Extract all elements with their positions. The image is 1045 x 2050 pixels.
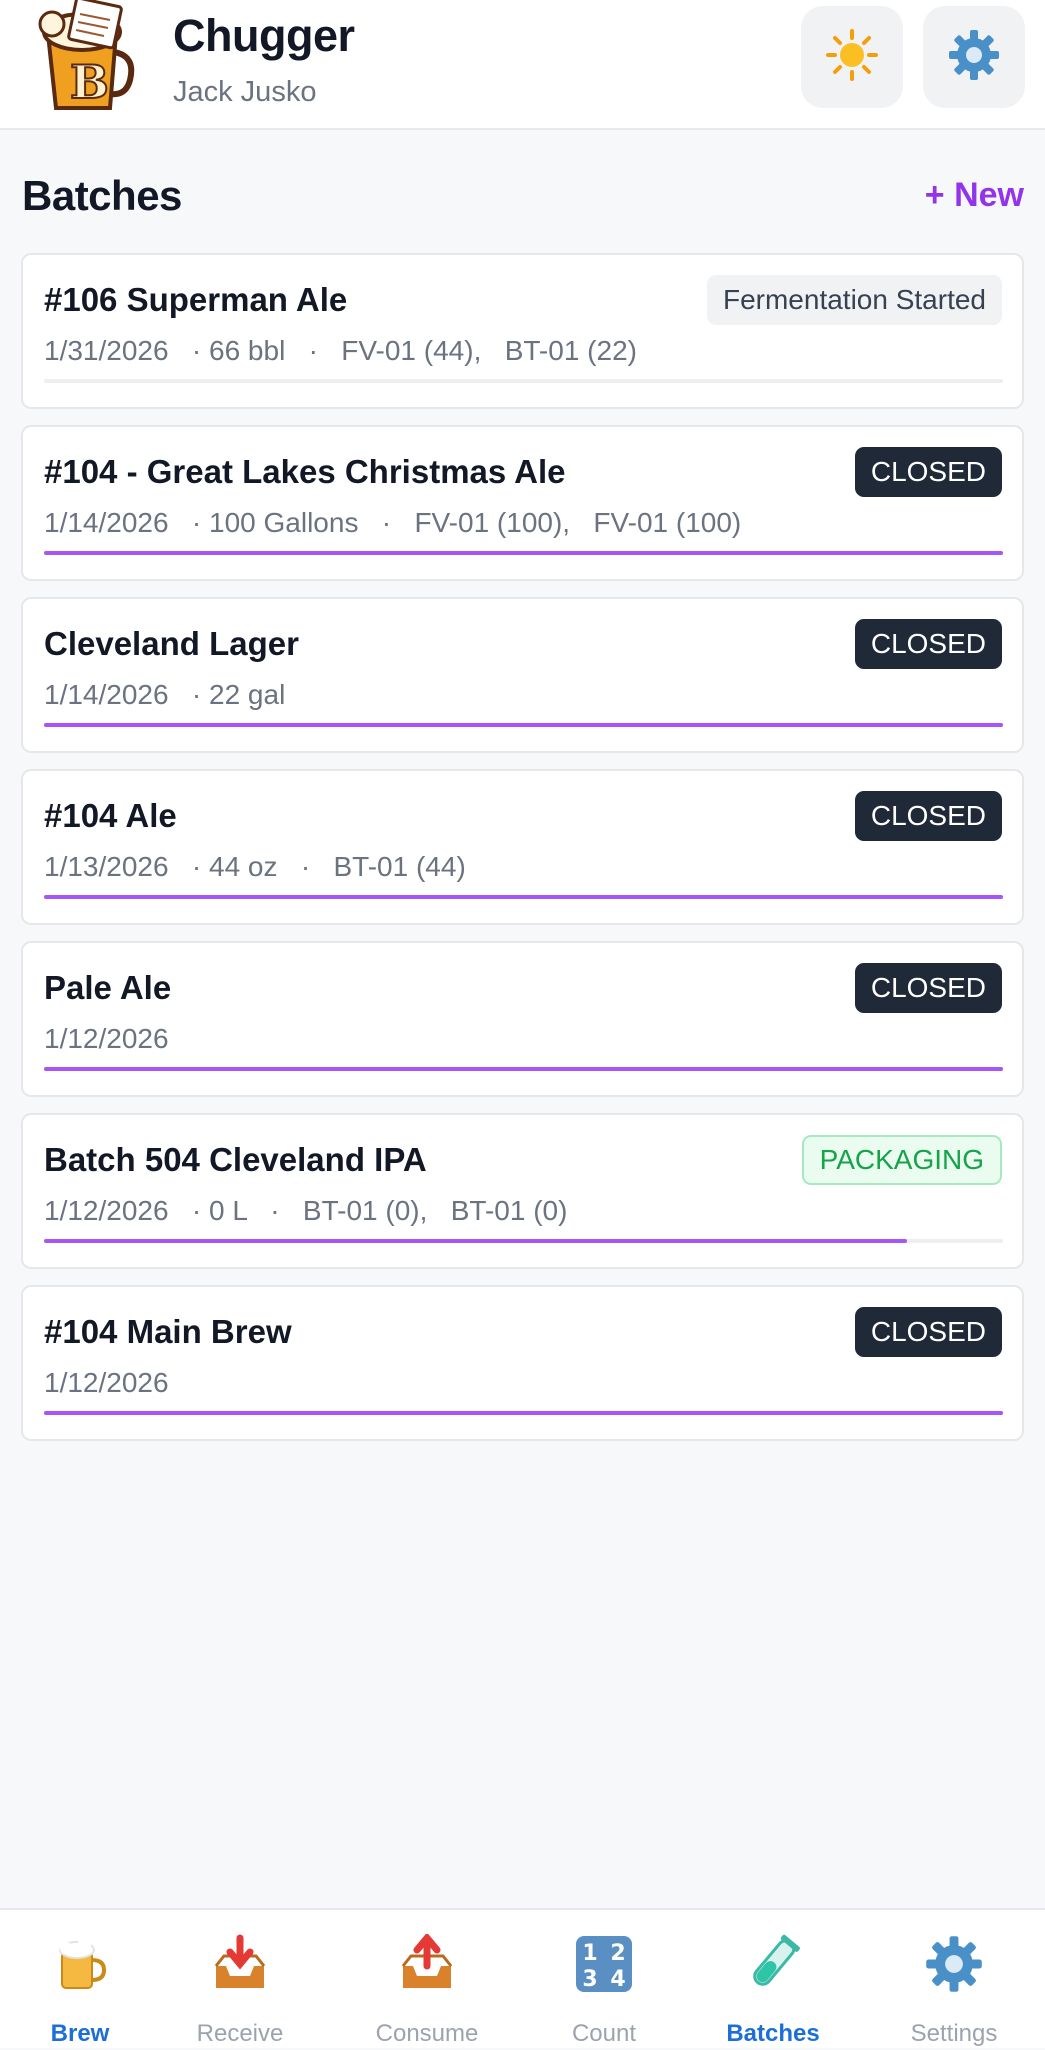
batch-name: Batch 504 Cleveland IPA: [44, 1141, 427, 1178]
progress-bar-fill: [44, 895, 1003, 899]
nav-label: Count: [571, 2020, 637, 2047]
nav-item-brew[interactable]: Brew: [0, 1910, 160, 2050]
progress-bar: [44, 895, 1003, 899]
batch-card[interactable]: #104 Main Brew 1/12/2026 CLOSED: [21, 1285, 1024, 1441]
outbox-consume-icon: [397, 1932, 457, 1994]
batch-card[interactable]: #106 Superman Ale 1/31/2026 · 66 bbl · FV…: [21, 253, 1024, 409]
svg-text:1: 1: [582, 1941, 597, 1966]
status-badge: CLOSED: [854, 791, 1002, 841]
progress-bar-fill: [44, 1239, 908, 1243]
gear-icon: [947, 28, 1001, 87]
gear-icon: [924, 1934, 984, 1994]
batch-meta: 1/12/2026: [44, 1023, 169, 1054]
app-title: Chugger: [173, 10, 355, 61]
batch-card[interactable]: #104 - Great Lakes Christmas Ale 1/14/202…: [21, 425, 1024, 581]
progress-bar: [44, 1067, 1003, 1071]
status-badge: CLOSED: [854, 1307, 1002, 1357]
batch-name: #106 Superman Ale: [44, 281, 348, 318]
theme-toggle-button[interactable]: [801, 6, 903, 108]
batch-meta: 1/13/2026 · 44 oz · BT-01 (44): [44, 851, 466, 882]
progress-bar: [44, 723, 1003, 727]
new-batch-button[interactable]: + New: [925, 176, 1024, 215]
beer-mug-icon: [50, 1934, 110, 1994]
nav-label: Consume: [375, 2020, 479, 2047]
status-badge: CLOSED: [854, 447, 1002, 497]
status-badge: CLOSED: [854, 963, 1002, 1013]
nav-item-settings[interactable]: Settings: [874, 1910, 1034, 2050]
batch-card[interactable]: Cleveland Lager 1/14/2026 · 22 gal CLOSED: [21, 597, 1024, 753]
batch-meta: 1/12/2026 · 0 L · BT-01 (0), BT-01 (0): [44, 1195, 568, 1226]
progress-bar-fill: [44, 551, 1003, 555]
nav-label: Batches: [726, 2020, 820, 2047]
batch-card[interactable]: Batch 504 Cleveland IPA 1/12/2026 · 0 L ·…: [21, 1113, 1024, 1269]
batch-meta: 1/14/2026 · 100 Gallons · FV-01 (100), F…: [44, 507, 742, 538]
nav-label: Receive: [196, 2020, 284, 2047]
nav-item-consume[interactable]: Consume: [347, 1910, 507, 2050]
batch-name: #104 - Great Lakes Christmas Ale: [44, 453, 566, 490]
batch-name: Cleveland Lager: [44, 625, 299, 662]
page-title: Batches: [22, 172, 182, 219]
nav-item-count[interactable]: 12 34 Count: [524, 1910, 684, 2050]
batch-list: #106 Superman Ale 1/31/2026 · 66 bbl · FV…: [21, 253, 1024, 1457]
user-name: Jack Jusko: [173, 76, 317, 108]
progress-bar: [44, 1239, 1003, 1243]
batch-meta: 1/12/2026: [44, 1367, 169, 1398]
svg-text:4: 4: [610, 1967, 625, 1992]
app-header: B Chugger Jack Jusko: [0, 0, 1045, 130]
status-badge: CLOSED: [854, 619, 1002, 669]
progress-bar: [44, 379, 1003, 383]
batch-meta: 1/14/2026 · 22 gal: [44, 679, 286, 710]
brewery-logo: B: [26, 0, 138, 114]
batch-name: #104 Main Brew: [44, 1313, 292, 1350]
batch-name: #104 Ale: [44, 797, 177, 834]
nav-label: Settings: [910, 2020, 998, 2047]
settings-button[interactable]: [923, 6, 1025, 108]
svg-text:B: B: [70, 55, 109, 109]
bottom-nav: Brew Receive Consume 12 3 4 Count Batche…: [0, 1908, 1045, 2048]
nav-label: Brew: [50, 2020, 110, 2047]
nav-item-batches[interactable]: Batches: [693, 1910, 853, 2050]
status-badge: PACKAGING: [801, 1135, 1002, 1185]
svg-text:2: 2: [610, 1941, 625, 1966]
progress-bar-fill: [44, 723, 1003, 727]
numbers-keycap-icon: 12 34: [574, 1934, 634, 1994]
sun-icon: [825, 28, 879, 87]
test-tube-icon: [743, 1934, 803, 1994]
batch-name: Pale Ale: [44, 969, 172, 1006]
svg-text:3: 3: [582, 1967, 597, 1992]
inbox-receive-icon: [210, 1934, 270, 1994]
nav-item-receive[interactable]: Receive: [160, 1910, 320, 2050]
batch-card[interactable]: #104 Ale 1/13/2026 · 44 oz · BT-01 (44) CL…: [21, 769, 1024, 925]
progress-bar: [44, 551, 1003, 555]
progress-bar: [44, 1411, 1003, 1415]
progress-bar-fill: [44, 1067, 1003, 1071]
progress-bar-fill: [44, 1411, 1003, 1415]
status-badge: Fermentation Started: [706, 275, 1002, 325]
batch-card[interactable]: Pale Ale 1/12/2026 CLOSED: [21, 941, 1024, 1097]
batch-meta: 1/31/2026 · 66 bbl · FV-01 (44), BT-01 (…: [44, 335, 637, 366]
